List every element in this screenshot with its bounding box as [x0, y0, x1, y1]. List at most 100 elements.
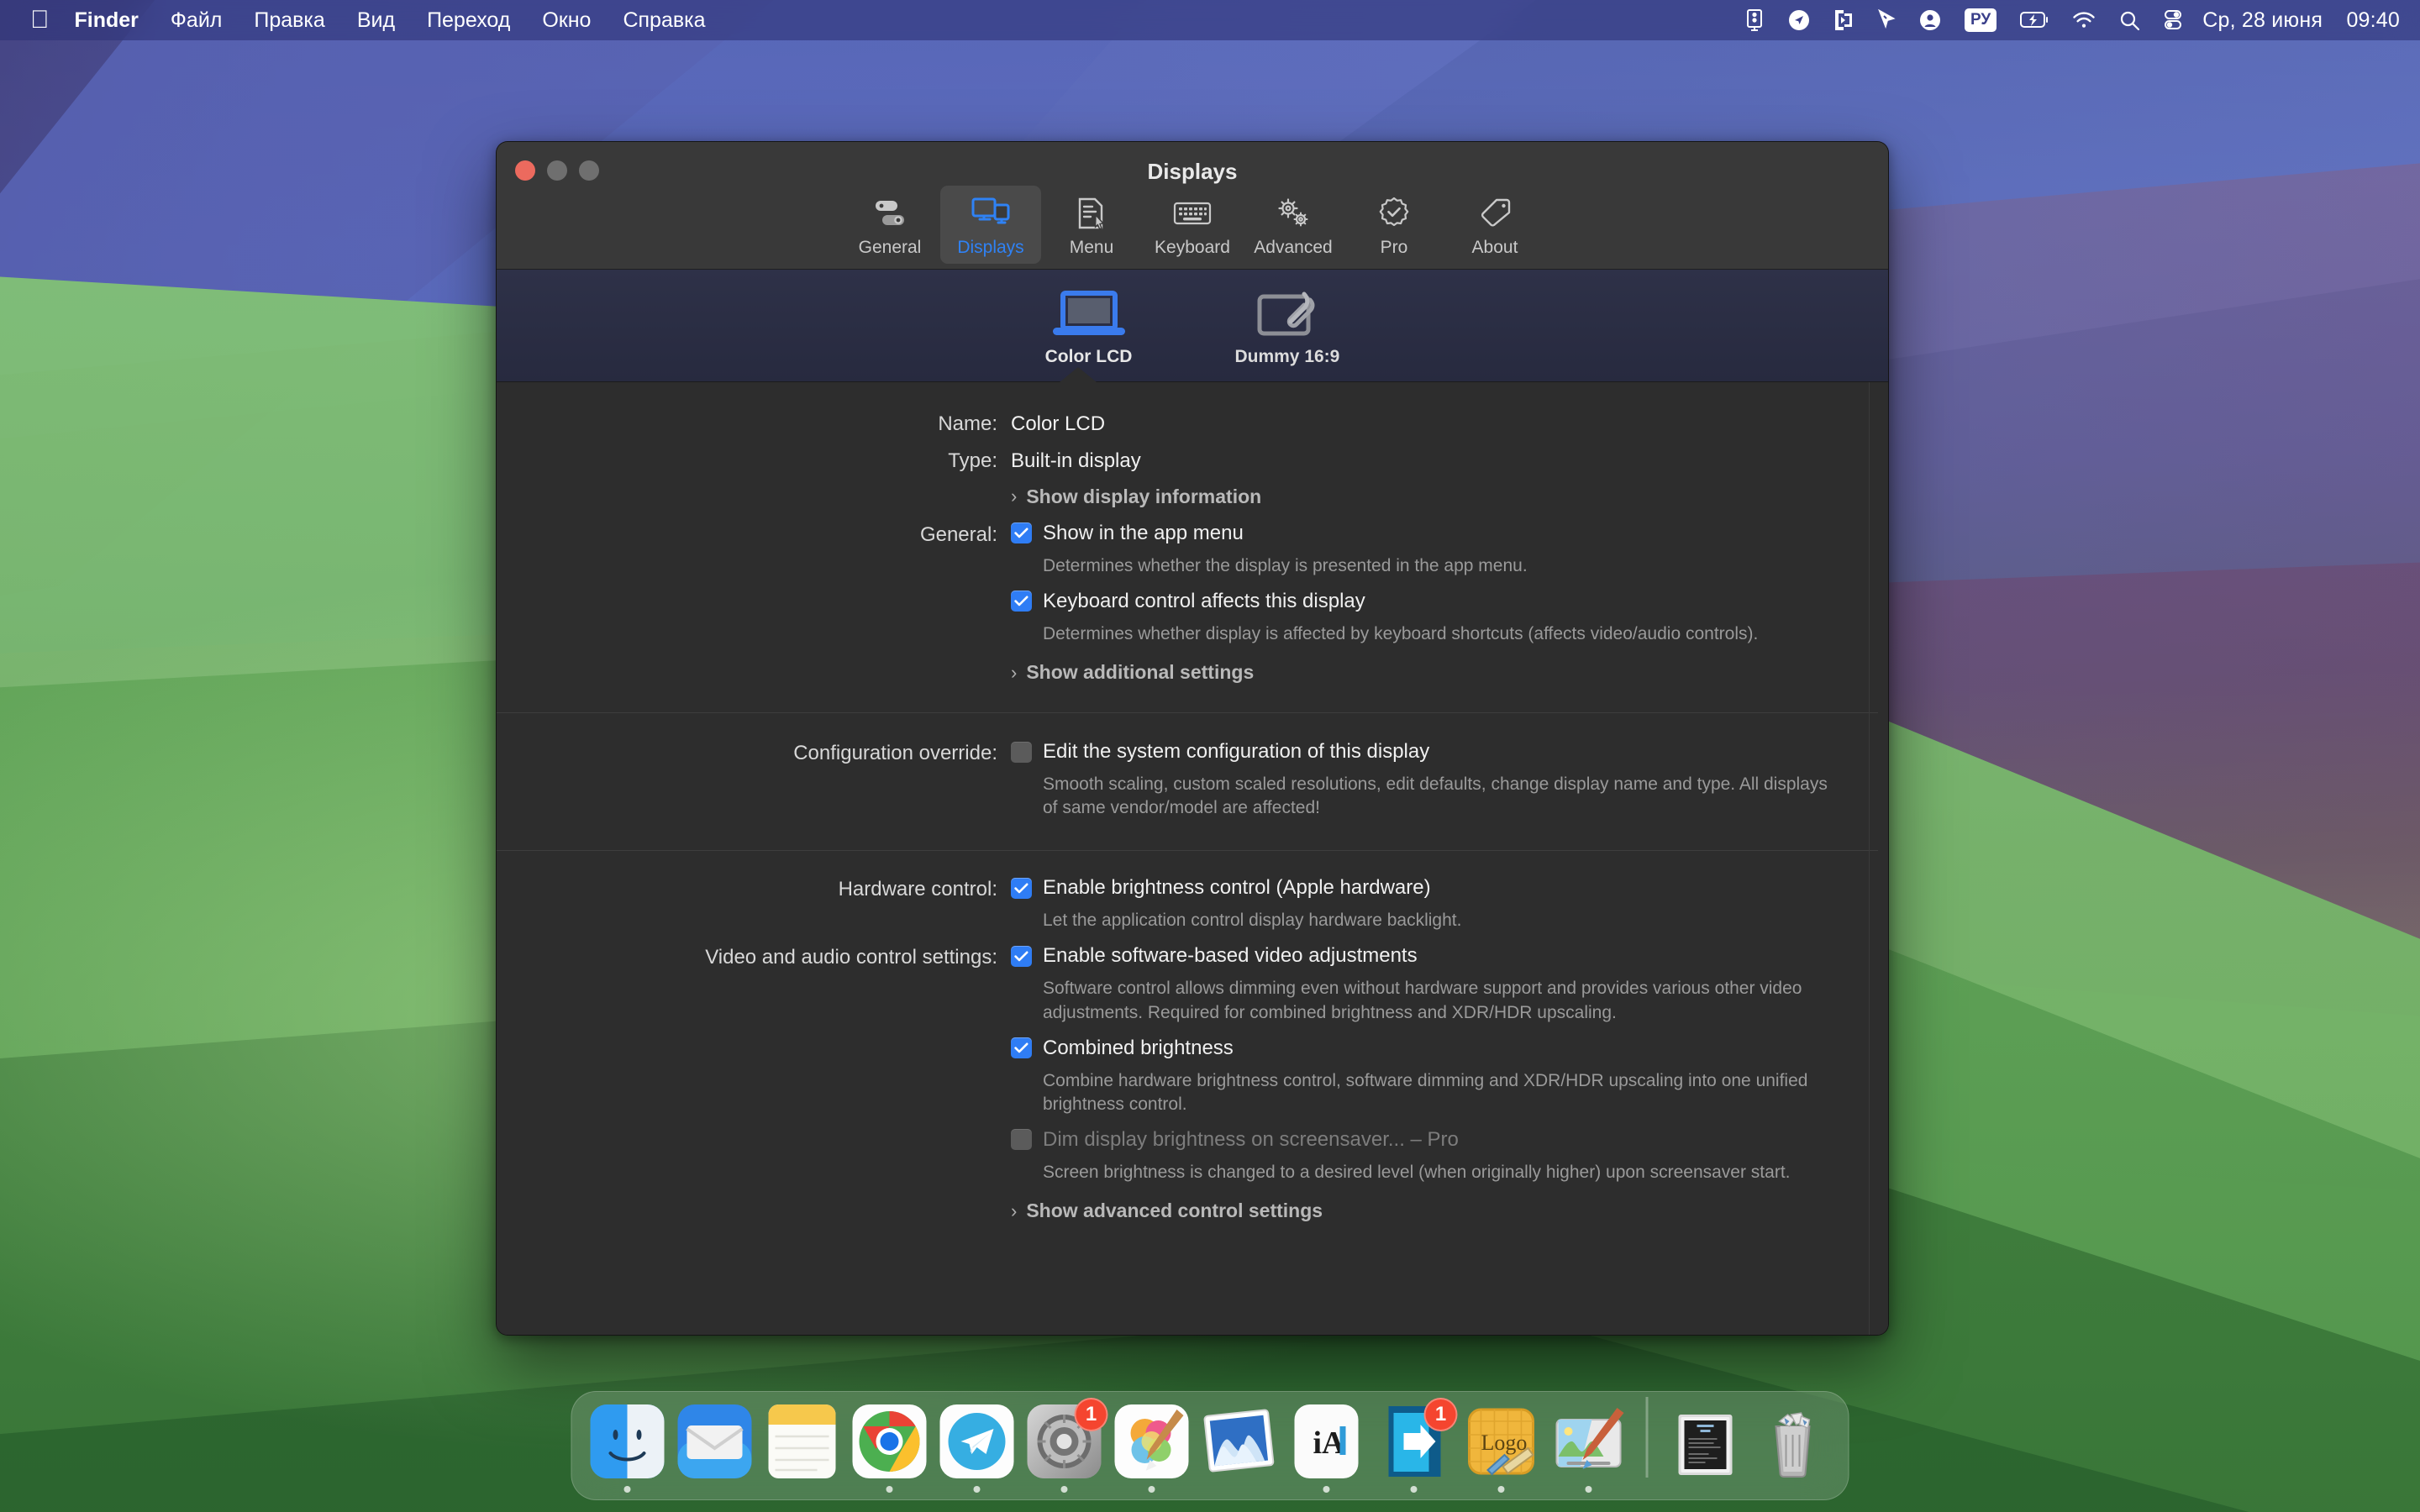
checkbox-show-in-app-menu[interactable]: Show in the app menu	[1011, 522, 1838, 545]
display-option-dummy-label: Dummy 16:9	[1234, 347, 1339, 367]
dock-item-pixelmator[interactable]	[1108, 1403, 1196, 1493]
display-menu-icon[interactable]	[1733, 0, 1776, 40]
dock-running-indicator	[1149, 1486, 1155, 1493]
checkbox-edit-system-configuration-label: Edit the system configuration of this di…	[1043, 740, 1429, 764]
dock-item-logoist[interactable]: Logo	[1458, 1403, 1545, 1493]
dock-running-indicator	[974, 1486, 981, 1493]
tab-displays-label: Displays	[957, 238, 1023, 258]
hint-show-in-app-menu: Determines whether the display is presen…	[1043, 554, 1838, 578]
tab-keyboard[interactable]: Keyboard	[1142, 186, 1243, 264]
row-show-display-information: › Show display information	[497, 486, 1888, 508]
spotlight-search-icon[interactable]	[2107, 0, 2152, 40]
user-account-icon[interactable]	[1907, 0, 1953, 40]
dock-item-finder[interactable]	[584, 1403, 671, 1493]
laptop-display-icon	[1051, 285, 1127, 342]
menu-item-help[interactable]: Справка	[607, 0, 721, 40]
menu-item-edit[interactable]: Правка	[238, 0, 340, 40]
dock-item-ia-writer[interactable]: iA	[1283, 1403, 1370, 1493]
dock-item-system-settings[interactable]: 1	[1021, 1403, 1108, 1493]
tab-advanced-label: Advanced	[1254, 238, 1332, 258]
transfer-app-icon: 1	[1376, 1403, 1453, 1480]
disclosure-show-additional-settings[interactable]: › Show additional settings	[1011, 661, 1838, 684]
checkbox-enable-software-video-box[interactable]	[1011, 946, 1032, 967]
wifi-icon[interactable]	[2060, 0, 2107, 40]
menu-item-file[interactable]: Файл	[155, 0, 238, 40]
menu-bar-clock[interactable]: Ср, 28 июня 09:40	[2194, 8, 2400, 33]
menu-item-window[interactable]: Окно	[526, 0, 607, 40]
disclosure-show-display-information-label: Show display information	[1026, 486, 1261, 508]
checkbox-keyboard-control[interactable]: Keyboard control affects this display	[1011, 590, 1838, 613]
display-option-dummy[interactable]: Dummy 16:9	[1234, 285, 1339, 367]
checkbox-dim-on-screensaver-box[interactable]	[1011, 1129, 1032, 1150]
checkbox-dim-on-screensaver[interactable]: Dim display brightness on screensaver...…	[1011, 1128, 1838, 1152]
checkbox-edit-system-configuration-box[interactable]	[1011, 742, 1032, 763]
dock-item-document-stack[interactable]	[1662, 1403, 1749, 1493]
keyboard-icon	[1173, 193, 1212, 234]
checkbox-dim-on-screensaver-label: Dim display brightness on screensaver...…	[1043, 1128, 1459, 1152]
checkbox-enable-brightness-control[interactable]: Enable brightness control (Apple hardwar…	[1011, 876, 1838, 900]
dock-item-trash[interactable]	[1749, 1403, 1837, 1493]
checkbox-combined-brightness-box[interactable]	[1011, 1037, 1032, 1058]
control-center-icon[interactable]	[2152, 0, 2194, 40]
checkbox-enable-brightness-control-box[interactable]	[1011, 878, 1032, 899]
section-configuration-override: Configuration override: Edit the system …	[497, 713, 1888, 820]
display-option-color-lcd[interactable]: Color LCD	[1045, 285, 1133, 367]
row-general-label: General:	[497, 522, 1011, 549]
row-name-value: Color LCD	[1011, 411, 1838, 438]
cursor-icon[interactable]	[1865, 0, 1907, 40]
dock-item-mail[interactable]	[671, 1403, 759, 1493]
apple-logo-icon[interactable]: 	[18, 0, 61, 40]
tab-pro[interactable]: Pro	[1344, 186, 1444, 264]
checkbox-combined-brightness[interactable]: Combined brightness	[1011, 1037, 1838, 1060]
tab-about-label: About	[1472, 238, 1518, 258]
dock-badge-count: 1	[1424, 1398, 1458, 1431]
tab-general[interactable]: General	[839, 186, 940, 264]
dock-running-indicator	[1411, 1486, 1418, 1493]
graphics-disk-app-icon	[1550, 1403, 1628, 1480]
menu-bar:  Finder Файл Правка Вид Переход Окно Сп…	[0, 0, 2420, 40]
dock-item-transfer-app[interactable]: 1	[1370, 1403, 1458, 1493]
trash-icon	[1754, 1403, 1832, 1480]
pixelmator-icon	[1113, 1403, 1191, 1480]
checkbox-keyboard-control-box[interactable]	[1011, 591, 1032, 612]
svg-text:Logo: Logo	[1481, 1431, 1528, 1455]
scroll-area-divider	[1869, 382, 1870, 1336]
window-titlebar: Displays General	[497, 142, 1888, 270]
input-source-badge[interactable]: РУ	[1953, 0, 2008, 40]
hint-enable-software-video: Software control allows dimming even wit…	[1043, 977, 1838, 1024]
tab-menu[interactable]: Menu	[1041, 186, 1142, 264]
checkbox-keyboard-control-label: Keyboard control affects this display	[1043, 590, 1365, 613]
checkbox-edit-system-configuration[interactable]: Edit the system configuration of this di…	[1011, 740, 1838, 764]
menu-document-icon	[1075, 193, 1108, 234]
window-toolbar: General Displays	[497, 186, 1888, 264]
dock-item-chrome[interactable]	[846, 1403, 934, 1493]
dock-item-telegram[interactable]	[934, 1403, 1021, 1493]
disclosure-show-advanced-control-settings[interactable]: › Show advanced control settings	[1011, 1200, 1838, 1222]
dock-item-photos[interactable]	[1196, 1403, 1283, 1493]
checkbox-enable-software-video[interactable]: Enable software-based video adjustments	[1011, 944, 1838, 968]
tab-displays[interactable]: Displays	[940, 186, 1041, 264]
checkbox-show-in-app-menu-label: Show in the app menu	[1043, 522, 1244, 545]
sliders-icon	[872, 193, 908, 234]
checkbox-show-in-app-menu-box[interactable]	[1011, 522, 1032, 543]
tab-pro-label: Pro	[1381, 238, 1408, 258]
dock-item-graphics-disk-app[interactable]	[1545, 1403, 1633, 1493]
disclosure-show-display-information[interactable]: › Show display information	[1011, 486, 1838, 508]
display-picker: Color LCD Dummy 16:9	[497, 270, 1888, 382]
dock-running-indicator	[1498, 1486, 1505, 1493]
displays-icon	[971, 193, 1010, 234]
dock-item-notes[interactable]	[759, 1403, 846, 1493]
hint-keyboard-control: Determines whether display is affected b…	[1043, 622, 1838, 646]
row-configuration-override: Configuration override: Edit the system …	[497, 740, 1888, 820]
menu-item-view[interactable]: Вид	[341, 0, 411, 40]
location-arrow-icon[interactable]	[1776, 0, 1822, 40]
tab-about[interactable]: About	[1444, 186, 1545, 264]
tab-advanced[interactable]: Advanced	[1243, 186, 1344, 264]
menu-item-finder[interactable]: Finder	[61, 0, 155, 40]
photos-icon	[1201, 1403, 1278, 1480]
menu-item-go[interactable]: Переход	[411, 0, 526, 40]
row-video-audio-control-label: Video and audio control settings:	[497, 944, 1011, 971]
battery-charging-icon[interactable]	[2008, 0, 2060, 40]
checkbox-combined-brightness-label: Combined brightness	[1043, 1037, 1234, 1060]
logout-icon[interactable]	[1822, 0, 1865, 40]
